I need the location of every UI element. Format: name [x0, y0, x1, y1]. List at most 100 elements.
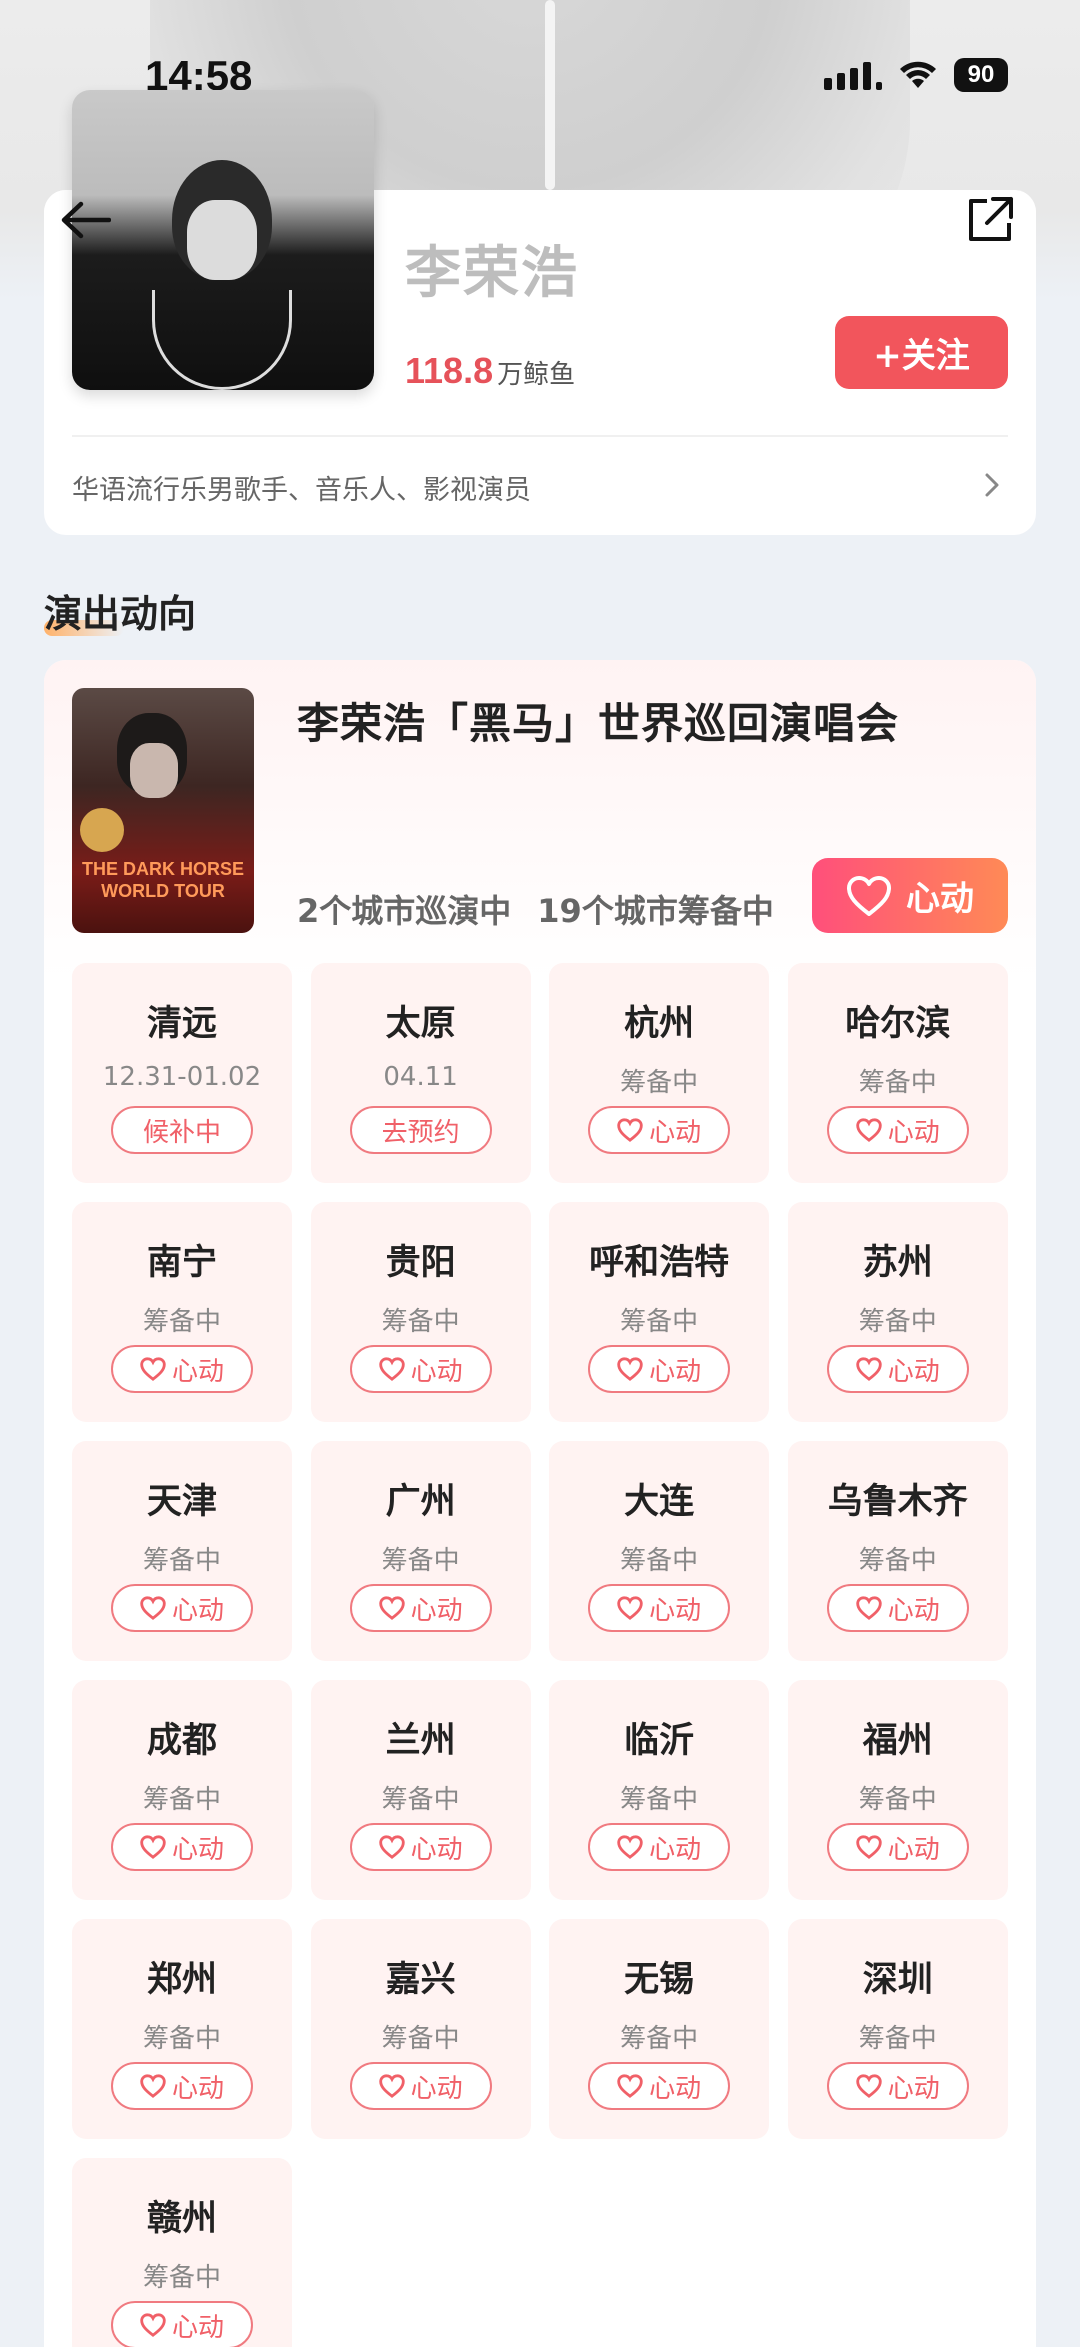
cellular-signal-icon: [824, 60, 882, 90]
heart-icon: [140, 1835, 166, 1859]
city-status: 筹备中: [858, 1307, 937, 1337]
city-name: 杭州: [624, 1004, 695, 1044]
header-photo-detail: [545, 0, 555, 190]
city-name: 贵阳: [385, 1243, 456, 1283]
city-status: 筹备中: [620, 1785, 699, 1815]
city-status: 筹备中: [620, 2024, 699, 2054]
city-tile[interactable]: 太原 04.11 去预约: [310, 963, 531, 1183]
city-tile[interactable]: 苏州筹备中心动: [787, 1202, 1008, 1422]
share-button[interactable]: [955, 185, 1025, 255]
city-like-button[interactable]: 心动: [111, 1823, 253, 1871]
city-button-label: 心动: [171, 1356, 224, 1387]
artist-name: 李荣浩: [405, 241, 579, 306]
city-tile[interactable]: 天津 筹备中 心动: [72, 1441, 292, 1661]
touring-count: 2个城市巡演中: [297, 892, 512, 930]
city-name: 深圳: [862, 1960, 933, 2000]
city-button-label: 心动: [887, 1834, 940, 1865]
city-like-button[interactable]: 心动: [111, 2301, 253, 2347]
heart-icon: [140, 1596, 166, 1620]
city-name: 兰州: [385, 1721, 456, 1761]
city-status: 筹备中: [381, 1307, 460, 1337]
city-button-label: 心动: [887, 1117, 940, 1148]
city-button-label: 心动: [171, 1834, 224, 1865]
city-like-button[interactable]: 心动: [111, 2062, 253, 2110]
city-name: 哈尔滨: [845, 1004, 951, 1044]
city-like-button[interactable]: 心动: [826, 1823, 969, 1871]
heart-icon: [378, 2074, 405, 2098]
city-like-button[interactable]: 心动: [588, 1345, 731, 1393]
city-tile[interactable]: 赣州 筹备中 心动: [72, 2158, 292, 2347]
city-tile[interactable]: 兰州 筹备中 心动: [310, 1680, 531, 1900]
city-tile[interactable]: 大连 筹备中 心动: [549, 1441, 770, 1661]
city-like-button[interactable]: 心动: [826, 1584, 969, 1632]
fans-unit: 万鲸鱼: [497, 360, 576, 390]
heart-icon: [856, 1596, 882, 1620]
city-name: 赣州: [146, 2199, 217, 2239]
city-like-button[interactable]: 心动: [349, 2062, 492, 2110]
city-status: 筹备中: [858, 1546, 937, 1576]
city-button-label: 心动: [410, 1356, 463, 1387]
heart-icon: [617, 1118, 643, 1142]
like-button[interactable]: 心动: [812, 858, 1008, 933]
city-status: 筹备中: [381, 1546, 460, 1576]
poster-face: [130, 743, 178, 798]
city-like-button[interactable]: 心动: [826, 1345, 969, 1393]
artist-bio[interactable]: 华语流行乐男歌手、音乐人、影视演员: [72, 468, 531, 507]
avatar-face: [187, 200, 257, 280]
city-tile[interactable]: 贵阳筹备中心动: [310, 1202, 531, 1422]
city-button-label: 心动: [171, 1595, 224, 1626]
city-action-button[interactable]: 去预约: [349, 1106, 492, 1154]
city-tile[interactable]: 嘉兴 筹备中 心动: [310, 1919, 531, 2139]
city-like-button[interactable]: 心动: [588, 1584, 731, 1632]
heart-icon: [617, 1357, 643, 1381]
city-button-label: 心动: [649, 2073, 702, 2104]
show-stats: 2个城市巡演中 19个城市筹备中: [297, 886, 774, 932]
city-button-label: 去预约: [381, 1117, 460, 1148]
city-tile[interactable]: 深圳 筹备中 心动: [787, 1919, 1008, 2139]
chevron-right-icon[interactable]: [980, 470, 1004, 500]
city-tile[interactable]: 郑州 筹备中 心动: [72, 1919, 292, 2139]
city-tile[interactable]: 临沂 筹备中 心动: [549, 1680, 770, 1900]
city-action-button[interactable]: 候补中: [111, 1106, 253, 1154]
follow-button[interactable]: +关注: [835, 316, 1008, 389]
city-like-button[interactable]: 心动: [588, 1106, 731, 1154]
city-tile[interactable]: 广州 筹备中 心动: [310, 1441, 531, 1661]
city-tile[interactable]: 呼和浩特 筹备中 心动: [549, 1202, 770, 1422]
city-like-button[interactable]: 心动: [588, 2062, 731, 2110]
city-button-label: 候补中: [142, 1117, 221, 1148]
heart-icon: [856, 1118, 882, 1142]
show-poster[interactable]: THE DARK HORSE WORLD TOUR: [72, 688, 254, 933]
city-like-button[interactable]: 心动: [826, 1106, 969, 1154]
heart-icon: [378, 1596, 405, 1620]
city-name: 苏州: [862, 1243, 933, 1283]
share-icon: [969, 197, 1013, 241]
section-title: 演出动向: [44, 583, 196, 638]
city-tile[interactable]: 福州 筹备中 心动: [787, 1680, 1008, 1900]
city-button-label: 心动: [410, 1834, 463, 1865]
city-like-button[interactable]: 心动: [588, 1823, 731, 1871]
back-button[interactable]: [40, 180, 130, 260]
city-tile[interactable]: 无锡 筹备中 心动: [549, 1919, 770, 2139]
heart-icon: [856, 1835, 882, 1859]
city-tile[interactable]: 南宁 筹备中 心动: [72, 1202, 292, 1422]
city-name: 乌鲁木齐: [827, 1482, 968, 1522]
heart-icon: [847, 875, 891, 916]
heart-icon: [140, 2313, 166, 2337]
city-like-button[interactable]: 心动: [349, 1584, 492, 1632]
city-button-label: 心动: [410, 1595, 463, 1626]
city-like-button[interactable]: 心动: [349, 1345, 492, 1393]
city-like-button[interactable]: 心动: [111, 1584, 253, 1632]
status-icons: 90: [824, 58, 1008, 92]
city-tile[interactable]: 成都 筹备中 心动: [72, 1680, 292, 1900]
city-name: 天津: [146, 1482, 217, 1522]
city-status: 筹备中: [142, 2024, 221, 2054]
city-tile[interactable]: 杭州 筹备中 心动: [549, 963, 770, 1183]
city-like-button[interactable]: 心动: [111, 1345, 253, 1393]
city-like-button[interactable]: 心动: [349, 1823, 492, 1871]
city-tile[interactable]: 清远 12.31-01.02 候补中: [72, 963, 292, 1183]
city-button-label: 心动: [887, 1356, 940, 1387]
city-like-button[interactable]: 心动: [826, 2062, 969, 2110]
city-tile[interactable]: 乌鲁木齐 筹备中 心动: [787, 1441, 1008, 1661]
show-title[interactable]: 李荣浩「黑马」世界巡回演唱会: [297, 690, 899, 751]
city-tile[interactable]: 哈尔滨 筹备中 心动: [787, 963, 1008, 1183]
